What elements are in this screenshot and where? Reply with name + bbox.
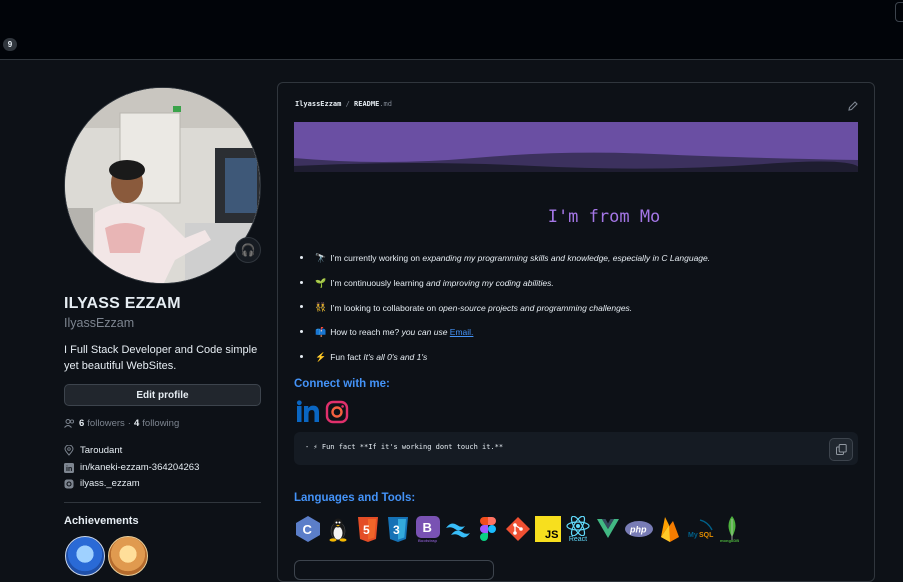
avatar-photo xyxy=(65,88,260,283)
linkedin-item: in in/kaneki-ezzam-364204263 xyxy=(64,462,199,473)
bullet-italic: open-source projects and programming cha… xyxy=(438,302,633,313)
header-corner-button[interactable] xyxy=(895,2,903,22)
lightning-icon: ⚡ xyxy=(315,351,327,362)
figma-icon[interactable] xyxy=(474,515,502,543)
wave-banner xyxy=(294,122,858,176)
path-separator: / xyxy=(341,100,355,108)
bootstrap-icon[interactable]: B Bootstrap xyxy=(414,515,442,543)
svg-text:My: My xyxy=(688,532,698,539)
bullet-text: How to reach me? xyxy=(330,327,400,338)
sidebar-divider xyxy=(64,502,261,503)
profile-name: ILYASS EZZAM xyxy=(64,295,181,312)
bullet-italic: and improving my coding abilities. xyxy=(426,278,554,289)
status-emoji[interactable]: 🎧 xyxy=(235,237,261,263)
instagram-logo-icon[interactable] xyxy=(325,400,349,424)
location-item: Taroudant xyxy=(64,445,122,456)
instagram-icon xyxy=(64,479,74,489)
location-text: Taroudant xyxy=(80,445,123,456)
bullet-italic: expanding my programming skills and know… xyxy=(422,253,711,264)
copy-button[interactable] xyxy=(829,438,853,461)
bullet-text: I’m currently working on xyxy=(330,253,420,264)
tailwind-icon[interactable] xyxy=(444,515,472,543)
code-line: - ⚡ Fun fact **If it's working dont touc… xyxy=(305,443,504,451)
readme-file-name: README xyxy=(354,100,380,108)
location-pin-icon xyxy=(64,445,74,456)
css3-icon[interactable]: 3 xyxy=(384,515,412,543)
svg-text:B: B xyxy=(423,520,432,535)
linux-icon[interactable] xyxy=(324,515,352,543)
instagram-link[interactable]: ilyass._ezzam xyxy=(80,478,140,489)
following-count[interactable]: 4 xyxy=(134,418,139,429)
svg-text:mongoDB: mongoDB xyxy=(720,538,739,543)
readme-heading: I'm from Mo xyxy=(547,207,661,227)
notification-count-badge[interactable]: 9 xyxy=(3,38,17,51)
languages-heading: Languages and Tools: xyxy=(294,492,416,504)
svg-text:in: in xyxy=(66,466,72,473)
bullet-text: I’m looking to collaborate on xyxy=(330,302,437,313)
follow-separator: · xyxy=(127,418,131,429)
followers-following: 6 followers · 4 following xyxy=(64,418,179,429)
people-dancing-icon: 👯 xyxy=(315,302,327,313)
telescope-icon: 🔭 xyxy=(315,252,327,263)
mysql-icon[interactable]: My SQL xyxy=(686,515,716,543)
readme-file-ext: .md xyxy=(379,100,392,108)
svg-text:php: php xyxy=(629,525,647,535)
svg-text:JS: JS xyxy=(545,529,558,541)
linkedin-logo-icon[interactable] xyxy=(296,400,320,424)
list-item: 🔭 I’m currently working on expanding my … xyxy=(300,246,710,271)
tools-row: C 5 3 B Bootstrap JS React php My SQL mong… xyxy=(294,515,746,543)
list-item: 👯 I’m looking to collaborate on open-sou… xyxy=(300,295,710,320)
bullet-text: I’m continuously learning xyxy=(330,278,424,289)
copy-icon xyxy=(835,444,847,455)
achievements-title: Achievements xyxy=(64,515,139,527)
achievement-badge-quickdraw[interactable] xyxy=(108,536,148,576)
mailbox-icon: 📫 xyxy=(315,326,327,337)
people-icon xyxy=(64,419,76,428)
c-language-icon[interactable]: C xyxy=(294,515,322,543)
linkedin-link[interactable]: in/kaneki-ezzam-364204263 xyxy=(80,462,199,473)
list-item: 🌱 I’m continuously learning and improvin… xyxy=(300,271,710,296)
html5-icon[interactable]: 5 xyxy=(354,515,382,543)
list-item: 📫 How to reach me? you can use Email. xyxy=(300,320,710,345)
vue-icon[interactable] xyxy=(594,515,622,543)
javascript-icon[interactable]: JS xyxy=(534,515,562,543)
php-icon[interactable]: php xyxy=(624,515,654,543)
bullet-italic: you can use xyxy=(401,327,448,338)
edit-pencil-icon[interactable] xyxy=(847,99,859,111)
bullet-italic: It's all 0's and 1's xyxy=(363,352,428,363)
top-header xyxy=(0,0,903,60)
list-item: ⚡ Fun fact It's all 0's and 1's xyxy=(300,345,710,370)
following-label[interactable]: following xyxy=(142,418,179,429)
followers-count[interactable]: 6 xyxy=(79,418,84,429)
profile-login: IlyassEzzam xyxy=(64,316,135,330)
followers-label[interactable]: followers xyxy=(87,418,125,429)
svg-text:3: 3 xyxy=(393,523,400,537)
achievement-badge-shark[interactable] xyxy=(65,536,105,576)
svg-text:SQL: SQL xyxy=(699,532,714,539)
svg-text:5: 5 xyxy=(363,523,370,537)
git-icon[interactable] xyxy=(504,515,532,543)
react-label: React xyxy=(568,535,588,543)
bullet-text: Fun fact xyxy=(330,352,361,363)
avatar[interactable] xyxy=(64,87,261,284)
readme-owner-link[interactable]: IlyassEzzam xyxy=(295,100,341,108)
mongodb-icon[interactable]: mongoDB xyxy=(718,515,746,543)
svg-text:C: C xyxy=(303,522,313,537)
firebase-icon[interactable] xyxy=(656,515,684,543)
readme-bullet-list: 🔭 I’m currently working on expanding my … xyxy=(300,246,710,369)
react-icon[interactable]: React xyxy=(564,515,592,543)
edit-profile-button[interactable]: Edit profile xyxy=(64,384,261,406)
bottom-stats-box xyxy=(294,560,494,580)
connect-heading: Connect with me: xyxy=(294,378,390,390)
instagram-item: ilyass._ezzam xyxy=(64,478,140,489)
profile-bio: I Full Stack Developer and Code simple y… xyxy=(64,344,258,372)
linkedin-icon: in xyxy=(64,462,74,473)
email-link[interactable]: Email. xyxy=(450,327,474,337)
readme-path: IlyassEzzam / README.md xyxy=(295,100,392,108)
seedling-icon: 🌱 xyxy=(315,277,327,288)
svg-text:Bootstrap: Bootstrap xyxy=(418,538,437,543)
